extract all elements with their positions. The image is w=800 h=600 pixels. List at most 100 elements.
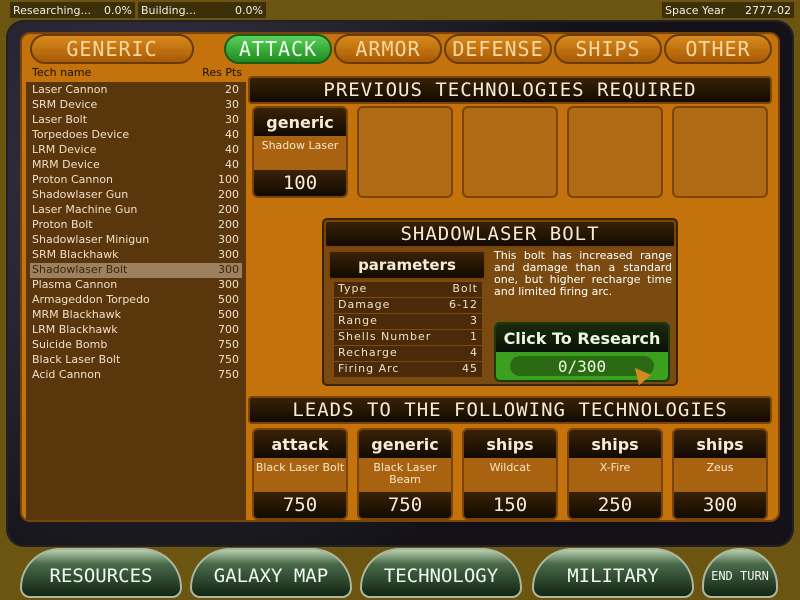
tech-list-item[interactable]: Laser Bolt 30 <box>30 113 242 128</box>
end-turn-button[interactable]: END TURN <box>702 548 778 598</box>
tech-list-item[interactable]: LRM Device 40 <box>30 143 242 158</box>
tech-pts: 40 <box>225 158 239 171</box>
researching-status: Researching... 0.0% <box>10 2 135 18</box>
tech-name: Laser Cannon <box>32 83 108 96</box>
tech-card-pts: 750 <box>254 492 346 518</box>
tech-card[interactable]: ships Zeus 300 <box>672 428 768 520</box>
tab-generic[interactable]: GENERIC <box>30 34 194 64</box>
tech-pts: 200 <box>218 218 239 231</box>
parameter-value: 45 <box>462 362 478 375</box>
tech-card-category: ships <box>569 430 661 458</box>
resources-button[interactable]: RESOURCES <box>20 548 182 598</box>
tech-list-item[interactable]: Black Laser Bolt 750 <box>30 353 242 368</box>
technology-button[interactable]: TECHNOLOGY <box>360 548 522 598</box>
tab-other[interactable]: OTHER <box>664 34 772 64</box>
parameter-name: Shells Number <box>338 330 432 343</box>
tech-card-category: generic <box>359 430 451 458</box>
parameter-value: 1 <box>470 330 478 343</box>
tech-pts: 500 <box>218 293 239 306</box>
tech-pts: 40 <box>225 128 239 141</box>
tech-list-item[interactable]: Plasma Cannon 300 <box>30 278 242 293</box>
tech-card-pts: 150 <box>464 492 556 518</box>
tech-detail-title: SHADOWLASER BOLT <box>324 220 676 248</box>
tech-pts: 200 <box>218 188 239 201</box>
tech-pts: 750 <box>218 353 239 366</box>
tech-pts: 750 <box>218 338 239 351</box>
tab-defense[interactable]: DEFENSE <box>444 34 552 64</box>
tech-name: Laser Bolt <box>32 113 88 126</box>
space-year-value: 2777-02 <box>745 3 791 17</box>
tech-card-name: Shadow Laser <box>261 139 339 152</box>
tech-description: This bolt has increased range and damage… <box>494 249 672 298</box>
tech-list-item[interactable]: SRM Blackhawk 300 <box>30 248 242 263</box>
tech-card[interactable]: generic Black Laser Beam 750 <box>357 428 453 520</box>
researching-label: Researching... <box>13 3 91 17</box>
parameters-title: parameters <box>328 250 486 280</box>
empty-tech-slot <box>357 106 453 198</box>
tech-list-item[interactable]: Torpedoes Device 40 <box>30 128 242 143</box>
parameter-row: Range 3 <box>334 314 482 330</box>
tech-list-item[interactable]: Shadowlaser Minigun 300 <box>30 233 242 248</box>
tech-card-pts: 750 <box>359 492 451 518</box>
tech-list-item[interactable]: Shadowlaser Gun 200 <box>30 188 242 203</box>
tech-name: Suicide Bomb <box>32 338 108 351</box>
tech-card-name: Zeus <box>706 461 734 474</box>
galaxy-map-button[interactable]: GALAXY MAP <box>190 548 352 598</box>
tech-list-header: Tech name Res Pts <box>26 66 246 82</box>
tech-card[interactable]: ships Wildcat 150 <box>462 428 558 520</box>
tech-name: Proton Bolt <box>32 218 93 231</box>
tech-pts: 40 <box>225 143 239 156</box>
tab-armor[interactable]: ARMOR <box>334 34 442 64</box>
tech-pts: 30 <box>225 113 239 126</box>
tech-card-pts: 300 <box>674 492 766 518</box>
parameter-row: Type Bolt <box>334 282 482 298</box>
tech-card-category: ships <box>464 430 556 458</box>
empty-tech-slot <box>672 106 768 198</box>
tech-list-item[interactable]: Proton Cannon 100 <box>30 173 242 188</box>
military-button[interactable]: MILITARY <box>532 548 694 598</box>
tech-list-item[interactable]: LRM Blackhawk 700 <box>30 323 242 338</box>
tech-card-category: ships <box>674 430 766 458</box>
tech-list-item[interactable]: Laser Cannon 20 <box>30 83 242 98</box>
parameter-row: Shells Number 1 <box>334 330 482 346</box>
tech-card-name: Black Laser Bolt <box>255 461 345 474</box>
tech-name: Armageddon Torpedo <box>32 293 150 306</box>
empty-tech-slot <box>567 106 663 198</box>
tech-card-category: generic <box>254 108 346 136</box>
tech-list-item[interactable]: Shadowlaser Bolt 300 <box>30 263 242 278</box>
tech-pts: 20 <box>225 83 239 96</box>
tech-list-item[interactable]: Laser Machine Gun 200 <box>30 203 242 218</box>
tech-list-item[interactable]: Proton Bolt 200 <box>30 218 242 233</box>
tech-card-pts: 250 <box>569 492 661 518</box>
tech-card-name: X-Fire <box>599 461 631 474</box>
parameter-name: Range <box>338 314 378 327</box>
tech-list-item[interactable]: SRM Device 30 <box>30 98 242 113</box>
col-res-pts: Res Pts <box>202 66 242 79</box>
parameter-row: Firing Arc 45 <box>334 362 482 378</box>
tech-card[interactable]: attack Black Laser Bolt 750 <box>252 428 348 520</box>
parameter-value: Bolt <box>452 282 478 295</box>
tech-list-item[interactable]: MRM Blackhawk 500 <box>30 308 242 323</box>
parameter-row: Recharge 4 <box>334 346 482 362</box>
research-button-label[interactable]: Click To Research <box>496 324 668 352</box>
tech-list-item[interactable]: Armageddon Torpedo 500 <box>30 293 242 308</box>
tech-card-name: Black Laser Beam <box>373 461 437 486</box>
tab-attack[interactable]: ATTACK <box>224 34 332 64</box>
tech-pts: 500 <box>218 308 239 321</box>
tech-name: Shadowlaser Minigun <box>32 233 150 246</box>
researching-value: 0.0% <box>104 3 132 17</box>
parameter-name: Firing Arc <box>338 362 400 375</box>
tech-name: Plasma Cannon <box>32 278 118 291</box>
parameter-value: 3 <box>470 314 478 327</box>
tech-card[interactable]: ships X-Fire 250 <box>567 428 663 520</box>
tab-ships[interactable]: SHIPS <box>554 34 662 64</box>
tech-list-item[interactable]: Acid Cannon 750 <box>30 368 242 383</box>
tech-card-name: Wildcat <box>489 461 531 474</box>
tech-pts: 300 <box>218 233 239 246</box>
leads-to-title: LEADS TO THE FOLLOWING TECHNOLOGIES <box>248 396 772 424</box>
tech-name: Shadowlaser Gun <box>32 188 129 201</box>
tech-pts: 30 <box>225 98 239 111</box>
tech-list-item[interactable]: MRM Device 40 <box>30 158 242 173</box>
tech-card[interactable]: generic Shadow Laser 100 <box>252 106 348 198</box>
tech-list-item[interactable]: Suicide Bomb 750 <box>30 338 242 353</box>
